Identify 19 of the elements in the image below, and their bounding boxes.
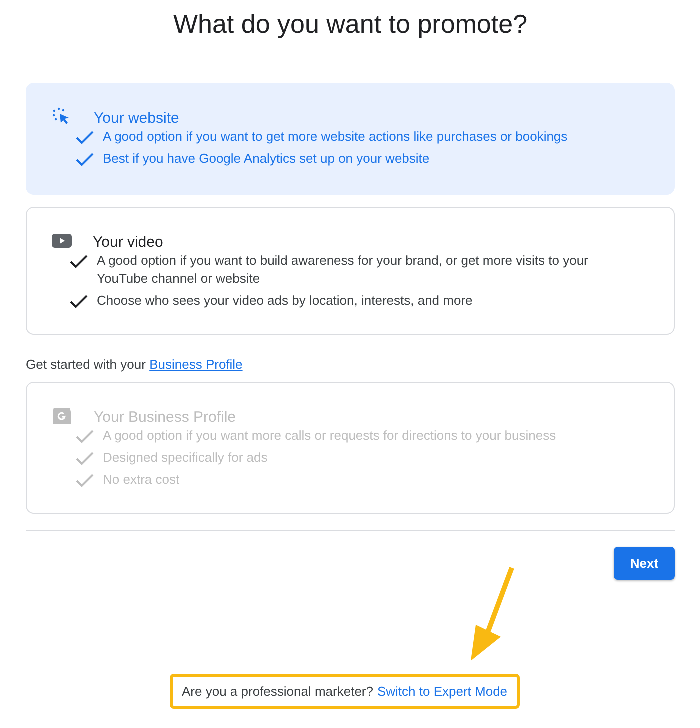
option-point: Best if you have Google Analytics set up on your website — [103, 150, 430, 168]
expert-mode-link[interactable]: Switch to Expert Mode — [377, 684, 508, 699]
option-card[interactable]: Your video A good option if you want to build awareness for your brand, or get more visits to your YouTube channel or website Choose who sees your video ads by location, interests, and more — [26, 207, 675, 335]
expert-prompt: Are you a professional marketer? — [182, 684, 374, 699]
next-button[interactable]: Next — [614, 547, 675, 580]
option-point: A good option if you want to build awareness for your brand, or get more visits to your YouTube channel or website — [97, 252, 590, 288]
page-title: What do you want to promote? — [172, 8, 529, 41]
option-title: Your Business Profile — [94, 408, 236, 426]
business-profile-link[interactable]: Business Profile — [150, 357, 243, 372]
option-card[interactable]: Your website A good option if you want to get more website actions like purchases or bookings Best if you have Google Analytics set up on your website — [26, 83, 675, 195]
option-title: Your video — [93, 234, 164, 250]
option-point: A good option if you want more calls or requests for directions to your business — [103, 427, 556, 445]
option-title: Your website — [94, 110, 180, 126]
option-point: A good option if you want to get more website actions like purchases or bookings — [103, 128, 568, 146]
option-point: No extra cost — [103, 471, 180, 489]
option-point: Designed specifically for ads — [103, 449, 268, 467]
business-prompt: Get started with your — [26, 357, 146, 372]
storefront-icon — [51, 405, 73, 427]
option-point: Choose who sees your video ads by location, interests, and more — [97, 292, 473, 310]
